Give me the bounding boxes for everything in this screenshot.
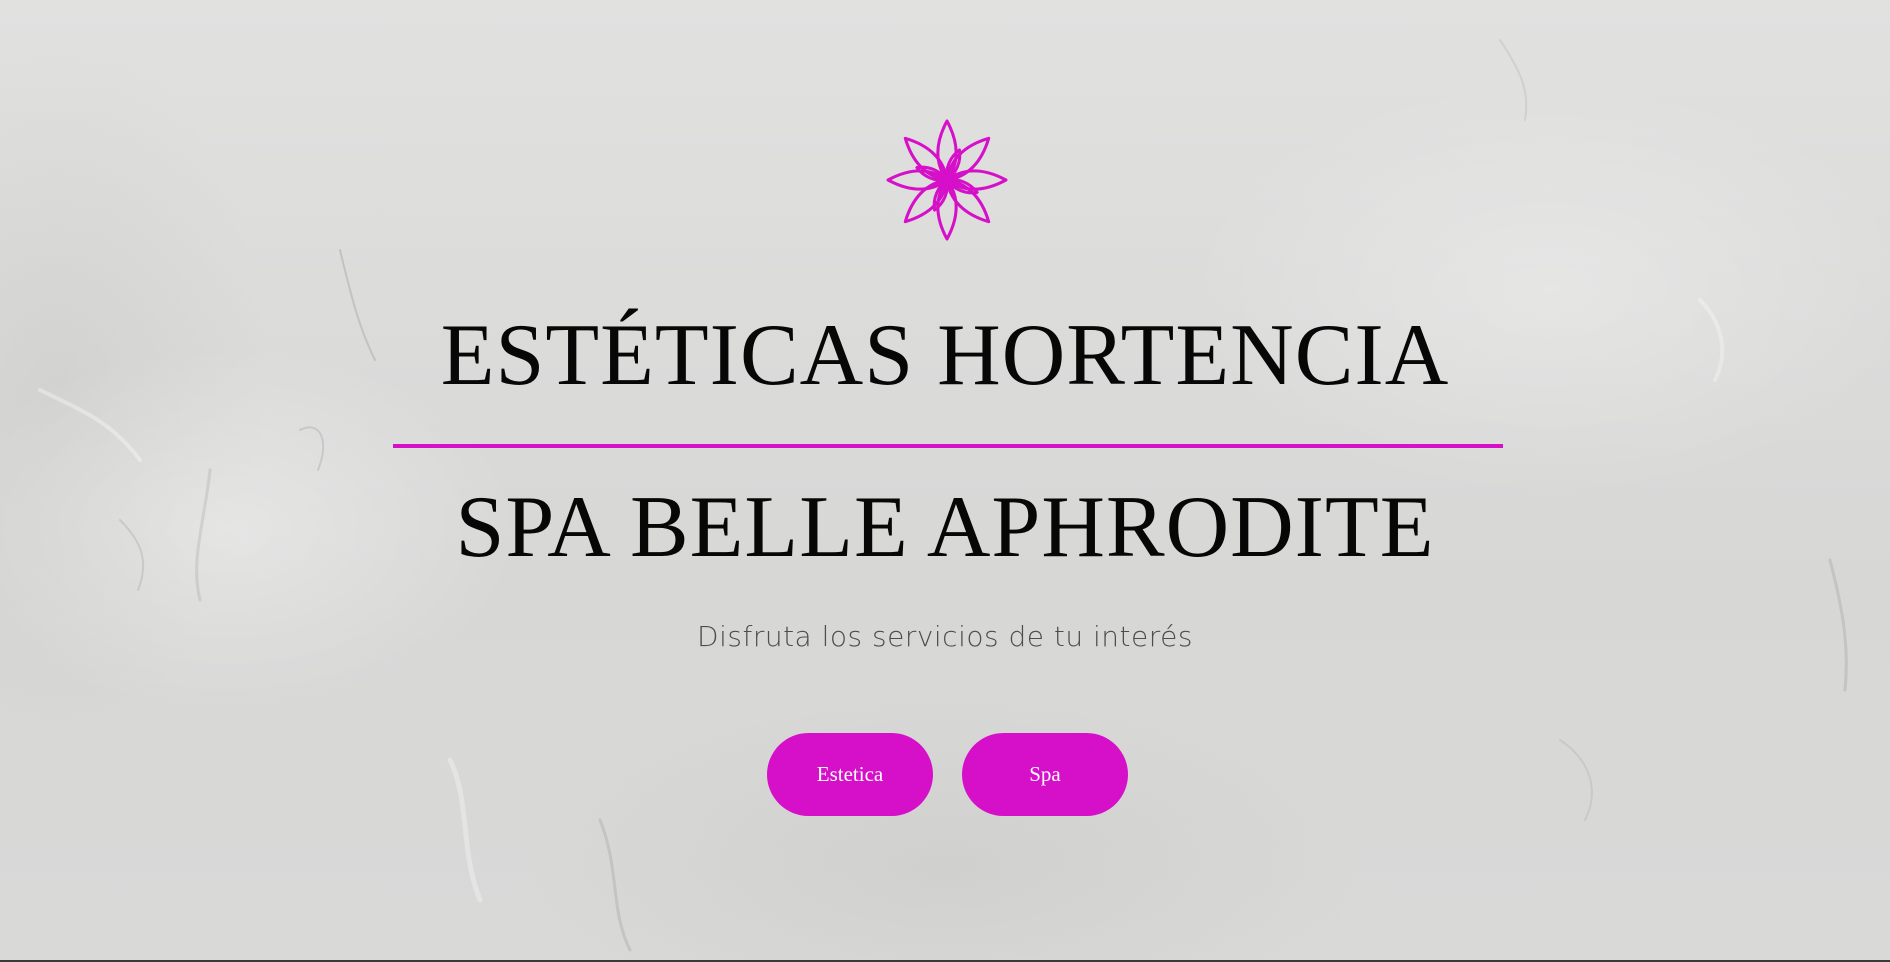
title-spa-belle-aphrodite: SPA BELLE APHRODITE xyxy=(455,479,1435,576)
spa-button-label: Spa xyxy=(1029,762,1061,786)
estetica-button[interactable]: Estetica xyxy=(767,733,933,816)
spa-button[interactable]: Spa xyxy=(962,733,1128,816)
hero-subtitle: Disfruta los servicios de tu interés xyxy=(697,620,1193,653)
title-divider xyxy=(393,444,1503,448)
hero-section: ESTÉTICAS HORTENCIA SPA BELLE APHRODITE … xyxy=(0,0,1890,962)
title-esteticas-hortencia: ESTÉTICAS HORTENCIA xyxy=(440,307,1450,404)
estetica-button-label: Estetica xyxy=(816,762,884,786)
lotus-flower-icon xyxy=(886,119,1008,241)
